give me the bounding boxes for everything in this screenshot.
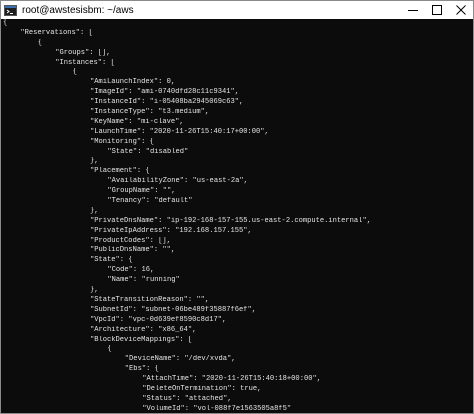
terminal-line: "State": { bbox=[90, 256, 133, 265]
terminal-line: "PublicDnsName": "", bbox=[90, 246, 176, 255]
terminal-line: "Monitoring": { bbox=[90, 137, 154, 146]
terminal-line: "InstanceId": "i-05408ba2945069c63", bbox=[90, 98, 244, 107]
terminal-line: "VpcId": "vpc-0d639ef8590c8d17", bbox=[90, 315, 227, 324]
terminal-line: "InstanceType": "t3.medium", bbox=[90, 108, 210, 117]
terminal-line: "ImageId": "ami-0740dfd28c11c9341", bbox=[90, 88, 239, 97]
terminal-line: "Reservations": [ bbox=[20, 28, 93, 37]
terminal-line: "Instances": [ bbox=[55, 58, 115, 67]
maximize-icon bbox=[432, 5, 442, 15]
terminal-line: "Name": "running" bbox=[107, 276, 180, 285]
json-output: {"Reservations": [{"Groups": [], "Instanc… bbox=[1, 19, 473, 413]
terminal-line: { bbox=[3, 19, 8, 27]
terminal-line: { bbox=[37, 38, 43, 47]
terminal-line: "Ebs": { bbox=[124, 365, 159, 374]
terminal-line: "Status": "attached", bbox=[142, 394, 232, 403]
terminal-line: { bbox=[72, 68, 77, 77]
maximize-button[interactable] bbox=[425, 1, 449, 19]
terminal-line: { bbox=[107, 345, 112, 354]
terminal-line: "AmiLaunchIndex": 0, bbox=[90, 78, 176, 87]
terminal-line: }, bbox=[90, 286, 99, 295]
terminal-line: "DeviceName": "/dev/xvda", bbox=[124, 355, 236, 364]
title-bar[interactable]: root@awstesisbm: ~/aws bbox=[1, 1, 473, 19]
terminal-line: "BlockDeviceMappings": [ bbox=[90, 335, 193, 344]
terminal-line: "LaunchTime": "2020-11-26T15:40:17+00:00… bbox=[90, 127, 269, 136]
terminal-line: }, bbox=[90, 206, 99, 215]
terminal-line: "StateTransitionReason": "", bbox=[90, 295, 210, 304]
terminal-line: "PrivateDnsName": "ip-192-168-157-155.us… bbox=[90, 216, 371, 225]
terminal-line: "VolumeId": "vol-088f7e1563505a8f5" bbox=[142, 404, 292, 413]
scrollbar[interactable] bbox=[465, 19, 473, 413]
minimize-icon bbox=[408, 10, 418, 11]
terminal-window: root@awstesisbm: ~/aws {"Reservations": … bbox=[0, 0, 474, 414]
terminal-line: }, bbox=[90, 157, 99, 166]
close-icon bbox=[456, 5, 466, 15]
terminal-line: "SubnetId": "subnet-06be489f35887f6ef", bbox=[90, 305, 257, 314]
terminal-line: "Code": 16, bbox=[107, 266, 155, 275]
terminal-app-icon[interactable] bbox=[4, 4, 17, 16]
terminal-line: "AttachTime": "2020-11-26T15:40:18+00:00… bbox=[142, 375, 321, 384]
terminal-line: "KeyName": "mi-clave", bbox=[90, 117, 184, 126]
terminal-line: "Tenancy": "default" bbox=[107, 197, 193, 206]
terminal-line: "Architecture": "x86_64", bbox=[90, 325, 197, 334]
terminal-line: "Groups": [], bbox=[55, 48, 111, 57]
terminal-line: "ProductCodes": [], bbox=[90, 236, 171, 245]
window-title: root@awstesisbm: ~/aws bbox=[22, 4, 134, 16]
close-button[interactable] bbox=[449, 1, 473, 19]
terminal-line: "DeleteOnTermination": true, bbox=[142, 384, 262, 393]
terminal-output[interactable]: {"Reservations": [{"Groups": [], "Instanc… bbox=[1, 19, 473, 413]
terminal-line: "State": "disabled" bbox=[107, 147, 189, 156]
terminal-line: "GroupName": "", bbox=[107, 187, 176, 196]
minimize-button[interactable] bbox=[401, 1, 425, 19]
terminal-line: "Placement": { bbox=[90, 167, 150, 176]
terminal-line: "PrivateIpAddress": "192.168.157.155", bbox=[90, 226, 252, 235]
terminal-line: "AvailabilityZone": "us-east-2a", bbox=[107, 177, 248, 186]
